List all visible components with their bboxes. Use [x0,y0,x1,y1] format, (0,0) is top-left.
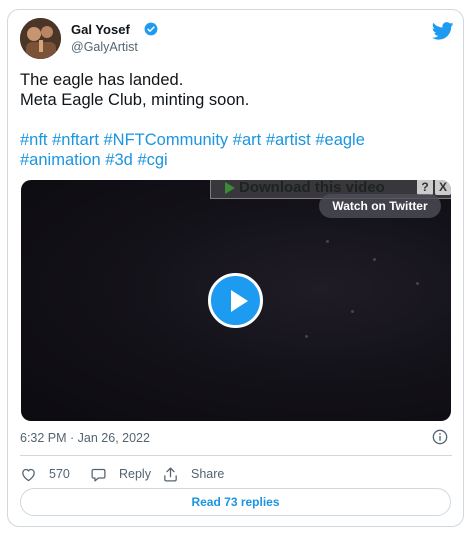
share-label: Share [191,467,225,481]
video-speck [416,282,419,285]
video-speck [326,240,329,243]
share-icon [164,466,177,482]
hashtag-link[interactable]: #NFTCommunity [104,131,229,149]
reply-bubble-icon [91,468,106,482]
hashtag-link[interactable]: #art [233,131,261,149]
play-icon [231,290,248,312]
author-handle[interactable]: @GalyArtist [71,40,138,54]
hashtag-link[interactable]: #cgi [137,151,167,169]
watch-on-twitter-button[interactable]: Watch on Twitter [319,194,441,218]
hashtag-link[interactable]: #artist [266,131,311,149]
tweet-text: The eagle has landed. Meta Eagle Club, m… [20,70,452,110]
hashtag-link[interactable]: #3d [105,151,133,169]
tweet-actions: 570 Reply Share [20,463,452,485]
hashtag-link[interactable]: #nft [20,131,48,149]
hashtag-list: #nft #nftart #NFTCommunity #art #artist … [20,130,452,170]
hashtag-row: #animation #3d #cgi [20,150,452,170]
tweet-timestamp[interactable]: 6:32 PM · Jan 26, 2022 [20,431,150,445]
video-speck [351,310,354,313]
like-count: 570 [49,467,70,481]
share-button[interactable]: Share [162,463,224,485]
play-button[interactable] [208,273,263,328]
read-replies-button[interactable]: Read 73 replies [20,488,451,516]
hashtag-link[interactable]: #eagle [315,131,365,149]
heart-icon [22,468,35,481]
twitter-bird-icon[interactable] [432,22,454,40]
video-speck [305,335,308,338]
avatar[interactable] [20,18,61,59]
reply-label: Reply [119,467,151,481]
hashtag-row: #nft #nftart #NFTCommunity #art #artist … [20,130,452,150]
download-help-button[interactable]: ? [417,180,433,195]
download-close-button[interactable]: X [435,180,451,195]
author-name[interactable]: Gal Yosef [71,22,130,37]
download-arrow-icon [225,181,235,194]
video-speck [373,258,376,261]
divider [20,455,452,456]
hashtag-link[interactable]: #animation [20,151,101,169]
hashtag-link[interactable]: #nftart [52,131,99,149]
tweet-text-line: The eagle has landed. [20,71,184,89]
reply-button[interactable]: Reply [90,463,151,485]
like-button[interactable]: 570 [20,463,70,485]
verified-badge-icon [144,22,158,36]
tweet-header: Gal Yosef @GalyArtist [20,18,454,60]
tweet-embed-card: Gal Yosef @GalyArtist The eagle has land… [7,9,464,527]
video-player[interactable]: Download this video ? X Watch on Twitter [21,180,451,421]
tweet-text-line: Meta Eagle Club, minting soon. [20,91,250,109]
info-icon[interactable] [432,429,448,445]
